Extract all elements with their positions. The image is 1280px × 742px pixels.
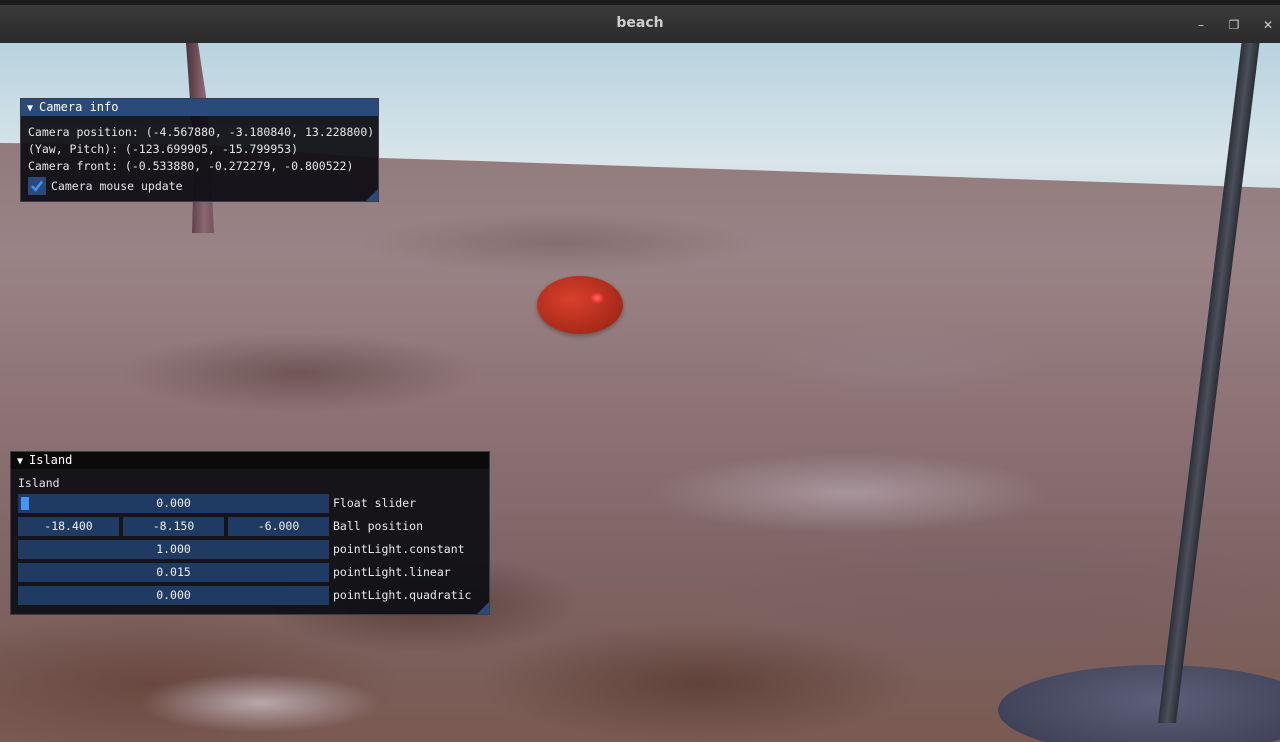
collapse-arrow-icon[interactable]: ▼ (27, 100, 39, 117)
point-light-linear-input[interactable]: 0.015 (18, 563, 329, 582)
point-light-linear-value: 0.015 (156, 565, 191, 579)
point-light-linear-label: pointLight.linear (333, 565, 451, 579)
camera-info-panel[interactable]: ▼ Camera info Camera position: (-4.567880… (20, 98, 379, 202)
ball-position-x-value: -18.400 (44, 519, 93, 533)
point-light-constant-value: 1.000 (156, 542, 191, 556)
yaw-pitch-text: (Yaw, Pitch): (-123.699905, -15.799953) (28, 142, 299, 156)
island-panel[interactable]: ▼ Island Island 0.000 Float slider -18.40… (10, 451, 490, 615)
minimize-button[interactable]: – (1190, 14, 1212, 36)
island-header[interactable]: ▼ Island (11, 452, 489, 469)
checkmark-icon (31, 180, 43, 192)
point-light-constant-label: pointLight.constant (333, 542, 465, 556)
ball-position-y-input[interactable]: -8.150 (123, 517, 224, 536)
point-light-quadratic-value: 0.000 (156, 588, 191, 602)
slider-grab[interactable] (21, 497, 29, 510)
ball-position-z-input[interactable]: -6.000 (228, 517, 329, 536)
resize-grip[interactable] (477, 602, 489, 614)
point-light-quadratic-label: pointLight.quadratic (333, 588, 472, 602)
ball-position-y-value: -8.150 (152, 519, 195, 533)
maximize-button[interactable]: ❐ (1223, 14, 1245, 36)
camera-front-text: Camera front: (-0.533880, -0.272279, -0.… (28, 159, 354, 173)
scene-viewport[interactable]: ▼ Camera info Camera position: (-4.567880… (0, 43, 1280, 742)
resize-grip[interactable] (366, 189, 378, 201)
red-ball (537, 276, 623, 334)
ball-position-z-value: -6.000 (257, 519, 300, 533)
camera-info-title: Camera info (39, 100, 119, 114)
close-button[interactable]: ✕ (1257, 14, 1279, 36)
window-titlebar[interactable]: beach – ❐ ✕ (0, 0, 1280, 43)
float-slider[interactable]: 0.000 (18, 494, 329, 513)
point-light-quadratic-input[interactable]: 0.000 (18, 586, 329, 605)
ball-position-label: Ball position (333, 519, 424, 533)
float-slider-label: Float slider (333, 496, 417, 510)
point-light-constant-input[interactable]: 1.000 (18, 540, 329, 559)
ball-position-x-input[interactable]: -18.400 (18, 517, 119, 536)
camera-info-header[interactable]: ▼ Camera info (21, 99, 378, 116)
window-title: beach (616, 15, 664, 31)
float-slider-value: 0.000 (156, 496, 191, 510)
camera-mouse-update-label: Camera mouse update (51, 179, 183, 193)
collapse-arrow-icon[interactable]: ▼ (17, 453, 29, 470)
island-title: Island (29, 453, 73, 467)
island-section-text: Island (18, 476, 60, 490)
camera-mouse-update-checkbox[interactable] (28, 177, 46, 195)
camera-position-text: Camera position: (-4.567880, -3.180840, … (28, 125, 375, 139)
